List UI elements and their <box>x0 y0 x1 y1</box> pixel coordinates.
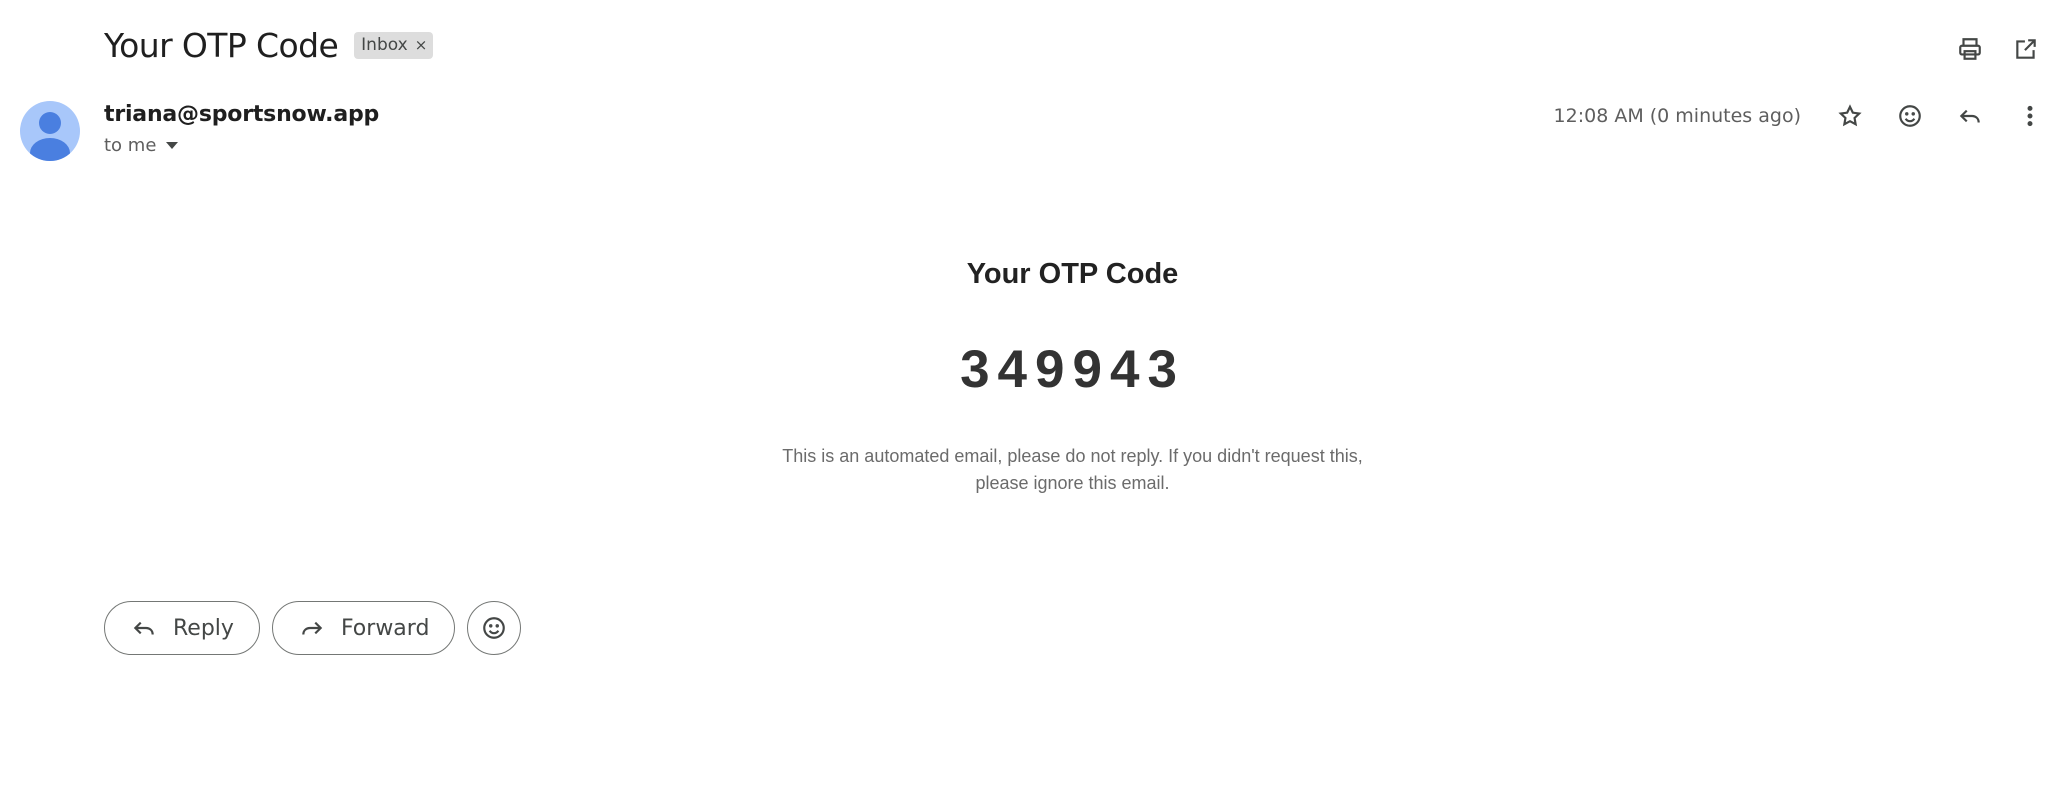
message-actions <box>1833 99 2047 133</box>
otp-code: 349943 <box>960 340 1185 399</box>
reply-bar: Reply Forward <box>104 601 522 655</box>
emoji-react-icon[interactable] <box>1893 99 1927 133</box>
star-icon[interactable] <box>1833 99 1867 133</box>
sender-address[interactable]: triana@sportsnow.app <box>104 102 379 127</box>
subject-row: Your OTP Code Inbox × <box>104 26 434 65</box>
reply-button[interactable]: Reply <box>104 601 260 655</box>
more-vert-icon[interactable] <box>2013 99 2047 133</box>
inbox-label-chip[interactable]: Inbox × <box>354 32 434 59</box>
avatar[interactable] <box>20 101 80 161</box>
reply-button-label: Reply <box>173 615 234 641</box>
forward-button-label: Forward <box>340 615 430 641</box>
email-timestamp: 12:08 AM (0 minutes ago) <box>1553 105 1801 127</box>
remove-label-icon[interactable]: × <box>415 36 428 54</box>
print-icon[interactable] <box>1953 32 1987 66</box>
forward-icon <box>302 621 323 635</box>
chevron-down-icon[interactable] <box>166 142 179 149</box>
emoji-react-button[interactable] <box>467 601 522 655</box>
recipient-label: to me <box>104 135 157 156</box>
email-body: Your OTP Code 349943 This is an automate… <box>0 258 2059 497</box>
otp-title: Your OTP Code <box>966 258 1179 290</box>
avatar-body <box>30 138 70 161</box>
reply-icon[interactable] <box>1953 99 1987 133</box>
avatar-head <box>39 112 61 134</box>
reply-icon <box>133 621 154 635</box>
emoji-react-icon <box>483 617 506 639</box>
email-subject: Your OTP Code <box>104 26 339 65</box>
otp-disclaimer: This is an automated email, please do no… <box>782 446 1363 493</box>
top-actions <box>1953 32 2043 66</box>
recipient-line: to me <box>104 135 179 156</box>
label-chip-text: Inbox <box>361 35 408 55</box>
open-in-new-window-icon[interactable] <box>2009 32 2043 66</box>
forward-button[interactable]: Forward <box>271 601 456 655</box>
